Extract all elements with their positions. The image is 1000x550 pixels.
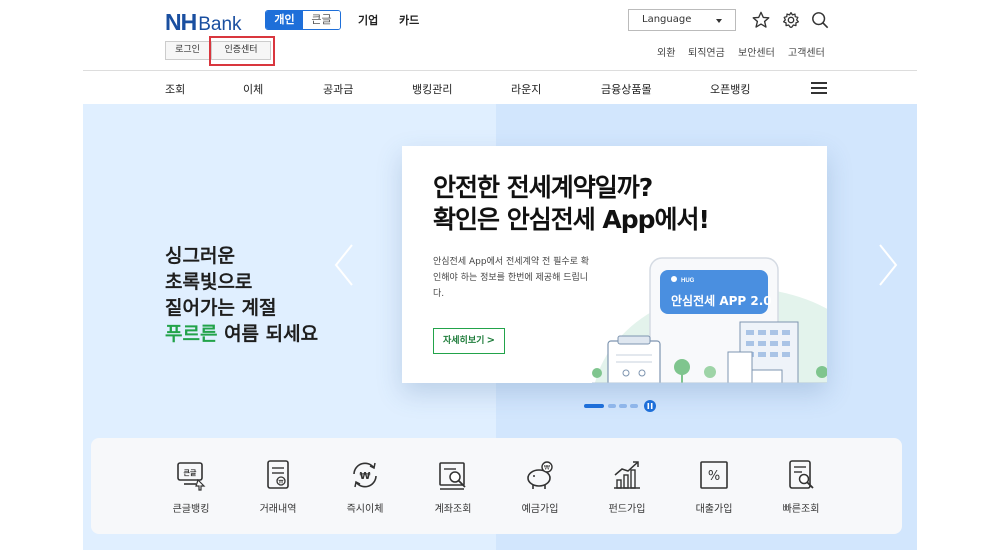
quick-instant-transfer[interactable]: ₩ 즉시이체 — [325, 458, 405, 515]
link-security-center[interactable]: 보안센터 — [738, 44, 775, 59]
quick-label: 대출가입 — [695, 504, 733, 515]
svg-text:₩: ₩ — [544, 465, 550, 472]
link-card[interactable]: 카드 — [399, 12, 419, 28]
gnb-banking-management[interactable]: 뱅킹관리 — [412, 81, 452, 97]
svg-text:₩: ₩ — [279, 480, 284, 486]
instant-transfer-icon: ₩ — [353, 462, 377, 488]
account-inquiry-icon — [439, 462, 466, 490]
gear-icon[interactable] — [782, 11, 800, 29]
loan-percent: % — [708, 469, 720, 484]
fund-icon — [614, 461, 640, 489]
hero-line-4: 푸르른 여름 되세요 — [165, 321, 318, 347]
language-select[interactable]: Language — [628, 9, 736, 31]
loan-icon: % — [700, 461, 728, 489]
link-corporate[interactable]: 기업 — [358, 12, 378, 28]
gnb-utility-bill[interactable]: 공과금 — [323, 81, 353, 97]
link-pension[interactable]: 퇴직연금 — [688, 44, 725, 59]
hero-line-2: 초록빛으로 — [165, 271, 253, 293]
logo-bank: Bank — [198, 14, 242, 35]
quick-label: 계좌조회 — [434, 504, 472, 515]
site-header: NH Bank 개인 큰글 기업 카드 Language 로그인 인증센터 외환… — [0, 0, 1000, 70]
highlight-box — [209, 36, 275, 66]
quick-fund[interactable]: 펀드가입 — [587, 458, 667, 515]
promo-banner-card[interactable]: 안전한 전세계약일까? 확인은 안심전세 App에서! 안심전세 App에서 전… — [402, 146, 827, 383]
banner-description: 안심전세 App에서 전세계약 전 필수로 확인해야 하는 정보를 한번에 제공… — [433, 257, 590, 299]
link-forex[interactable]: 외환 — [657, 44, 675, 59]
transaction-history-icon: ₩ — [267, 460, 289, 489]
quick-label: 큰글뱅킹 — [172, 504, 210, 515]
view-details-button[interactable]: 자세히보기 > — [433, 328, 505, 354]
gnb-transfer[interactable]: 이체 — [243, 81, 263, 97]
chevron-down-icon — [716, 19, 722, 23]
banner-title: 안전한 전세계약일까? 확인은 안심전세 App에서! — [433, 172, 710, 236]
hero-line-3: 짙어가는 계절 — [165, 297, 277, 319]
quick-label: 거래내역 — [259, 504, 297, 515]
large-text-banking-icon: 큰글 — [177, 462, 206, 491]
language-select-value: Language — [642, 14, 692, 25]
svg-text:₩: ₩ — [359, 471, 370, 482]
view-details-label: 자세히보기 — [443, 336, 485, 346]
gnb-financial-mall[interactable]: 금융상품몰 — [601, 81, 652, 97]
quick-label: 예금가입 — [521, 504, 559, 515]
next-slide-arrow-icon[interactable] — [876, 243, 900, 287]
slide-indicator — [584, 400, 656, 412]
search-icon[interactable] — [811, 11, 829, 29]
quick-transaction-history[interactable]: ₩ 거래내역 — [238, 458, 318, 515]
quick-label: 즉시이체 — [346, 504, 384, 515]
slide-dot[interactable] — [630, 404, 638, 408]
slide-dot[interactable] — [608, 404, 616, 408]
banner-title-line-2: 확인은 안심전세 App에서! — [433, 205, 710, 234]
hero-green-word: 푸르른 — [165, 323, 218, 345]
gnb-open-banking[interactable]: 오픈뱅킹 — [710, 81, 750, 97]
tab-large-text[interactable]: 큰글 — [303, 11, 340, 29]
pause-icon[interactable] — [644, 400, 656, 412]
gnb-lounge[interactable]: 라운지 — [511, 81, 541, 97]
quick-loan[interactable]: % 대출가입 — [674, 458, 754, 515]
phone-app-title: 안심전세 APP 2.0 — [671, 293, 772, 308]
logo-nh: NH — [165, 9, 197, 35]
banner-title-line-1: 안전한 전세계약일까? — [433, 173, 653, 202]
slide-dot[interactable] — [619, 404, 627, 408]
tab-personal[interactable]: 개인 — [266, 11, 303, 29]
nh-bank-home: NH Bank 개인 큰글 기업 카드 Language 로그인 인증센터 외환… — [0, 0, 1000, 550]
login-button[interactable]: 로그인 — [165, 41, 210, 60]
quick-large-text-banking[interactable]: 큰글 큰글뱅킹 — [151, 458, 231, 515]
nh-bank-logo[interactable]: NH Bank — [165, 9, 242, 35]
header-divider — [83, 70, 917, 71]
quick-fast-inquiry[interactable]: 빠른조회 — [761, 458, 841, 515]
quick-account-inquiry[interactable]: 계좌조회 — [413, 458, 493, 515]
quick-inquiry-icon — [789, 460, 814, 489]
chevron-right-icon: > — [486, 335, 495, 346]
star-icon[interactable] — [752, 11, 770, 29]
slide-dot-active[interactable] — [584, 404, 604, 408]
quick-label: 펀드가입 — [608, 504, 646, 515]
hero-line-1: 싱그러운 — [165, 245, 235, 267]
deposit-icon: ₩ — [527, 461, 553, 489]
link-customer-center[interactable]: 고객센터 — [788, 44, 825, 59]
mode-toggle: 개인 큰글 — [265, 10, 341, 30]
hamburger-menu-icon[interactable] — [811, 82, 827, 94]
large-text-tag: 큰글 — [184, 469, 197, 477]
quick-deposit[interactable]: ₩ 예금가입 — [500, 458, 580, 515]
phone-badge: HUG — [681, 278, 695, 284]
hero-message: 싱그러운 초록빛으로 짙어가는 계절 푸르른 여름 되세요 — [165, 243, 318, 347]
quick-label: 빠른조회 — [782, 504, 820, 515]
banner-illustration: HUG 안심전세 APP 2.0 — [592, 257, 827, 383]
prev-slide-arrow-icon[interactable] — [332, 243, 356, 287]
gnb-inquiry[interactable]: 조회 — [165, 81, 185, 97]
hero-line-4-rest: 여름 되세요 — [217, 323, 319, 345]
